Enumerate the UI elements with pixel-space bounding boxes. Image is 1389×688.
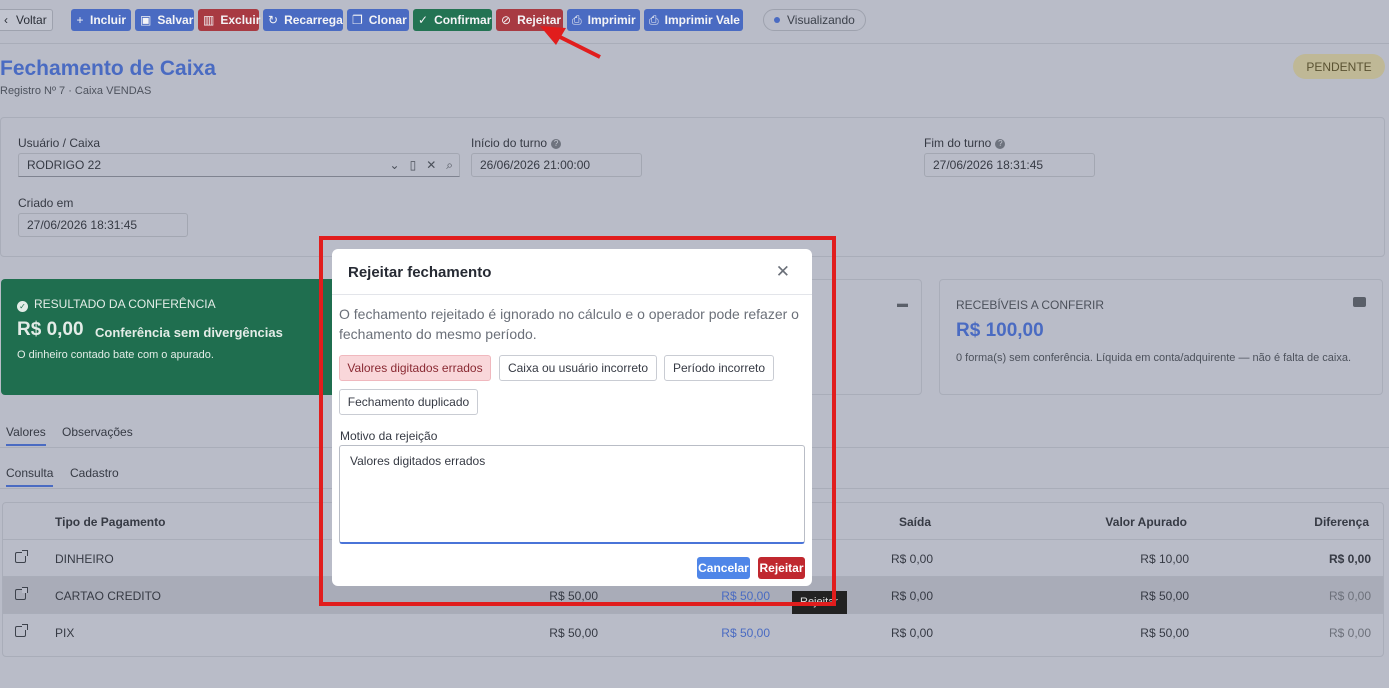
arrow-icon (540, 26, 601, 59)
